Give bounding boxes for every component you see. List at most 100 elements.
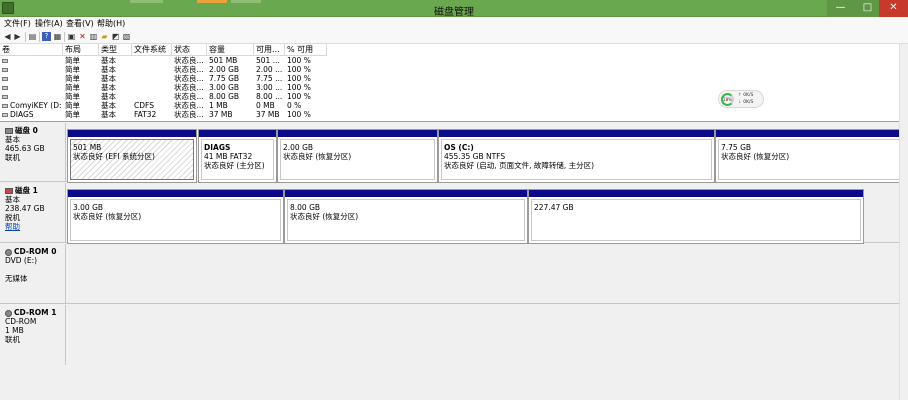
partition-body: 501 MB 状态良好 (EFI 系统分区) — [70, 139, 194, 180]
disk-label[interactable]: CD-ROM 1 CD-ROM 1 MB 联机 — [2, 305, 66, 365]
disk-type: CD-ROM — [5, 317, 37, 326]
volume-capacity: 3.00 GB — [209, 83, 240, 92]
volume-capacity: 37 MB — [209, 110, 233, 119]
partition-data[interactable]: 227.47 GB — [528, 189, 864, 244]
volume-icon — [2, 104, 8, 108]
column-header-type[interactable]: 类型 — [99, 44, 132, 56]
menu-bar: 文件(F) 操作(A) 查看(V) 帮助(H) — [0, 17, 908, 30]
partition-bar — [285, 190, 527, 197]
volume-type: 基本 — [101, 83, 116, 92]
refresh-icon[interactable]: ▣ — [67, 32, 76, 41]
column-header-layout[interactable]: 布局 — [63, 44, 99, 56]
column-header-volume[interactable]: 卷 — [0, 44, 63, 56]
partition-body: 3.00 GB 状态良好 (恢复分区) — [70, 199, 281, 241]
volume-filesystem — [134, 65, 171, 74]
volume-layout: 简单 — [65, 92, 80, 101]
partition-recovery[interactable]: 8.00 GB 状态良好 (恢复分区) — [284, 189, 528, 244]
table-row[interactable]: 简单 基本 状态良... 3.00 GB 3.00 ... 100 % — [0, 83, 327, 92]
partition-name: DIAGS — [204, 143, 231, 152]
disk-label[interactable]: 磁盘 0 基本 465.63 GB 联机 — [2, 123, 66, 181]
disk-label[interactable]: CD-ROM 0 DVD (E:) 无媒体 — [2, 244, 66, 303]
close-button[interactable]: ✕ — [879, 0, 908, 17]
volume-filesystem — [134, 83, 171, 92]
disk-map-scrollbar[interactable] — [899, 123, 908, 400]
volume-layout: 简单 — [65, 101, 80, 110]
network-speed-widget[interactable]: 18% ↑ 0K/S ↓ 0K/S — [718, 90, 764, 108]
disk-label[interactable]: 磁盘 1 基本 238.47 GB 脱机 帮助 — [2, 183, 66, 242]
disk-size — [5, 265, 63, 274]
partition-size: 3.00 GB — [73, 203, 104, 212]
volume-name — [2, 65, 62, 74]
disk-state: 联机 — [5, 153, 20, 162]
volume-label: ComyiKEY (D:) — [10, 101, 62, 110]
properties-icon[interactable]: ▥ — [89, 32, 98, 41]
table-row[interactable]: 简单 基本 状态良... 2.00 GB 2.00 ... 100 % — [0, 65, 327, 74]
table-row[interactable]: ComyiKEY (D:) 简单 基本 CDFS 状态良... 1 MB 0 MB 0 % — [0, 101, 327, 110]
volume-icon — [2, 113, 8, 117]
column-header-filesystem[interactable]: 文件系统 — [132, 44, 172, 56]
volume-free: 0 MB — [256, 101, 275, 110]
volume-layout: 简单 — [65, 110, 80, 119]
menu-file[interactable]: 文件(F) — [4, 18, 31, 29]
disk-row: 磁盘 1 基本 238.47 GB 脱机 帮助 3.00 GB 状态良好 (恢复… — [0, 183, 908, 244]
disk-row: CD-ROM 0 DVD (E:) 无媒体 — [0, 244, 908, 304]
delete-icon[interactable]: ✕ — [78, 32, 87, 41]
menu-action[interactable]: 操作(A) — [35, 18, 63, 29]
toolbar-separator — [39, 32, 40, 42]
menu-help[interactable]: 帮助(H) — [97, 18, 125, 29]
title-bar: 磁盘管理 — □ ✕ — [0, 0, 908, 18]
disk-size: 465.63 GB — [5, 144, 45, 153]
volume-status: 状态良... — [174, 110, 204, 119]
column-header-status[interactable]: 状态 — [172, 44, 207, 56]
forward-icon[interactable]: ▶ — [13, 32, 22, 41]
properties-icon[interactable]: ▦ — [53, 32, 62, 41]
settings-icon[interactable]: ▧ — [122, 32, 131, 41]
help-icon[interactable]: ? — [42, 32, 51, 41]
volume-percent-free: 100 % — [287, 65, 311, 74]
volume-layout: 简单 — [65, 56, 80, 65]
menu-view[interactable]: 查看(V) — [66, 18, 94, 29]
partition-body: OS (C:) 455.35 GB NTFS 状态良好 (启动, 页面文件, 故… — [441, 139, 712, 180]
partition-name: OS (C:) — [444, 143, 474, 152]
partition-size: 2.00 GB — [283, 143, 314, 152]
partition-status: 状态良好 (恢复分区) — [73, 212, 142, 221]
download-arrow-icon: ↓ — [738, 100, 742, 105]
disk-row: 磁盘 0 基本 465.63 GB 联机 501 MB 状态良好 (EFI 系统… — [0, 123, 908, 183]
partition-bar — [529, 190, 863, 197]
partition-bar — [68, 130, 196, 137]
volume-name — [2, 83, 62, 92]
partition-recovery[interactable]: 3.00 GB 状态良好 (恢复分区) — [67, 189, 284, 244]
help-link[interactable]: 帮助 — [5, 222, 63, 231]
partition-diags[interactable]: DIAGS 41 MB FAT32 状态良好 (主分区) — [198, 129, 277, 183]
column-header-percent-free[interactable]: % 可用 — [285, 44, 327, 56]
explore-icon[interactable]: ◩ — [111, 32, 120, 41]
partition-os-c[interactable]: OS (C:) 455.35 GB NTFS 状态良好 (启动, 页面文件, 故… — [438, 129, 715, 183]
volume-free: 7.75 ... — [256, 74, 283, 83]
volume-filesystem — [134, 74, 171, 83]
column-header-free[interactable]: 可用... — [254, 44, 285, 56]
minimize-button[interactable]: — — [827, 0, 854, 17]
list-view-icon[interactable]: ▤ — [28, 32, 37, 41]
volume-capacity: 2.00 GB — [209, 65, 240, 74]
table-row[interactable]: 简单 基本 状态良... 8.00 GB 8.00 ... 100 % — [0, 92, 327, 101]
partition-recovery[interactable]: 7.75 GB 状态良好 (恢复分区) — [715, 129, 906, 183]
table-row[interactable]: 简单 基本 状态良... 7.75 GB 7.75 ... 100 % — [0, 74, 327, 83]
table-row[interactable]: 简单 基本 状态良... 501 MB 501 ... 100 % — [0, 56, 327, 65]
disk-state: 无媒体 — [5, 274, 28, 283]
partition-status: 状态良好 (恢复分区) — [283, 152, 352, 161]
partition-size: 7.75 GB — [721, 143, 752, 152]
volume-capacity: 7.75 GB — [209, 74, 240, 83]
back-icon[interactable]: ◀ — [3, 32, 12, 41]
upload-speed-value: 0K/S — [743, 93, 754, 98]
volume-filesystem — [134, 56, 171, 65]
volume-list-scrollbar[interactable] — [899, 44, 908, 122]
open-folder-icon[interactable]: ▰ — [100, 32, 109, 41]
maximize-button[interactable]: □ — [854, 0, 881, 17]
partition-efi[interactable]: 501 MB 状态良好 (EFI 系统分区) — [67, 129, 197, 183]
disk-icon — [5, 128, 13, 134]
table-row[interactable]: DIAGS 简单 基本 FAT32 状态良... 37 MB 37 MB 100 % — [0, 110, 327, 119]
partition-body: 2.00 GB 状态良好 (恢复分区) — [280, 139, 435, 180]
volume-name — [2, 74, 62, 83]
column-header-capacity[interactable]: 容量 — [207, 44, 254, 56]
partition-recovery[interactable]: 2.00 GB 状态良好 (恢复分区) — [277, 129, 438, 183]
